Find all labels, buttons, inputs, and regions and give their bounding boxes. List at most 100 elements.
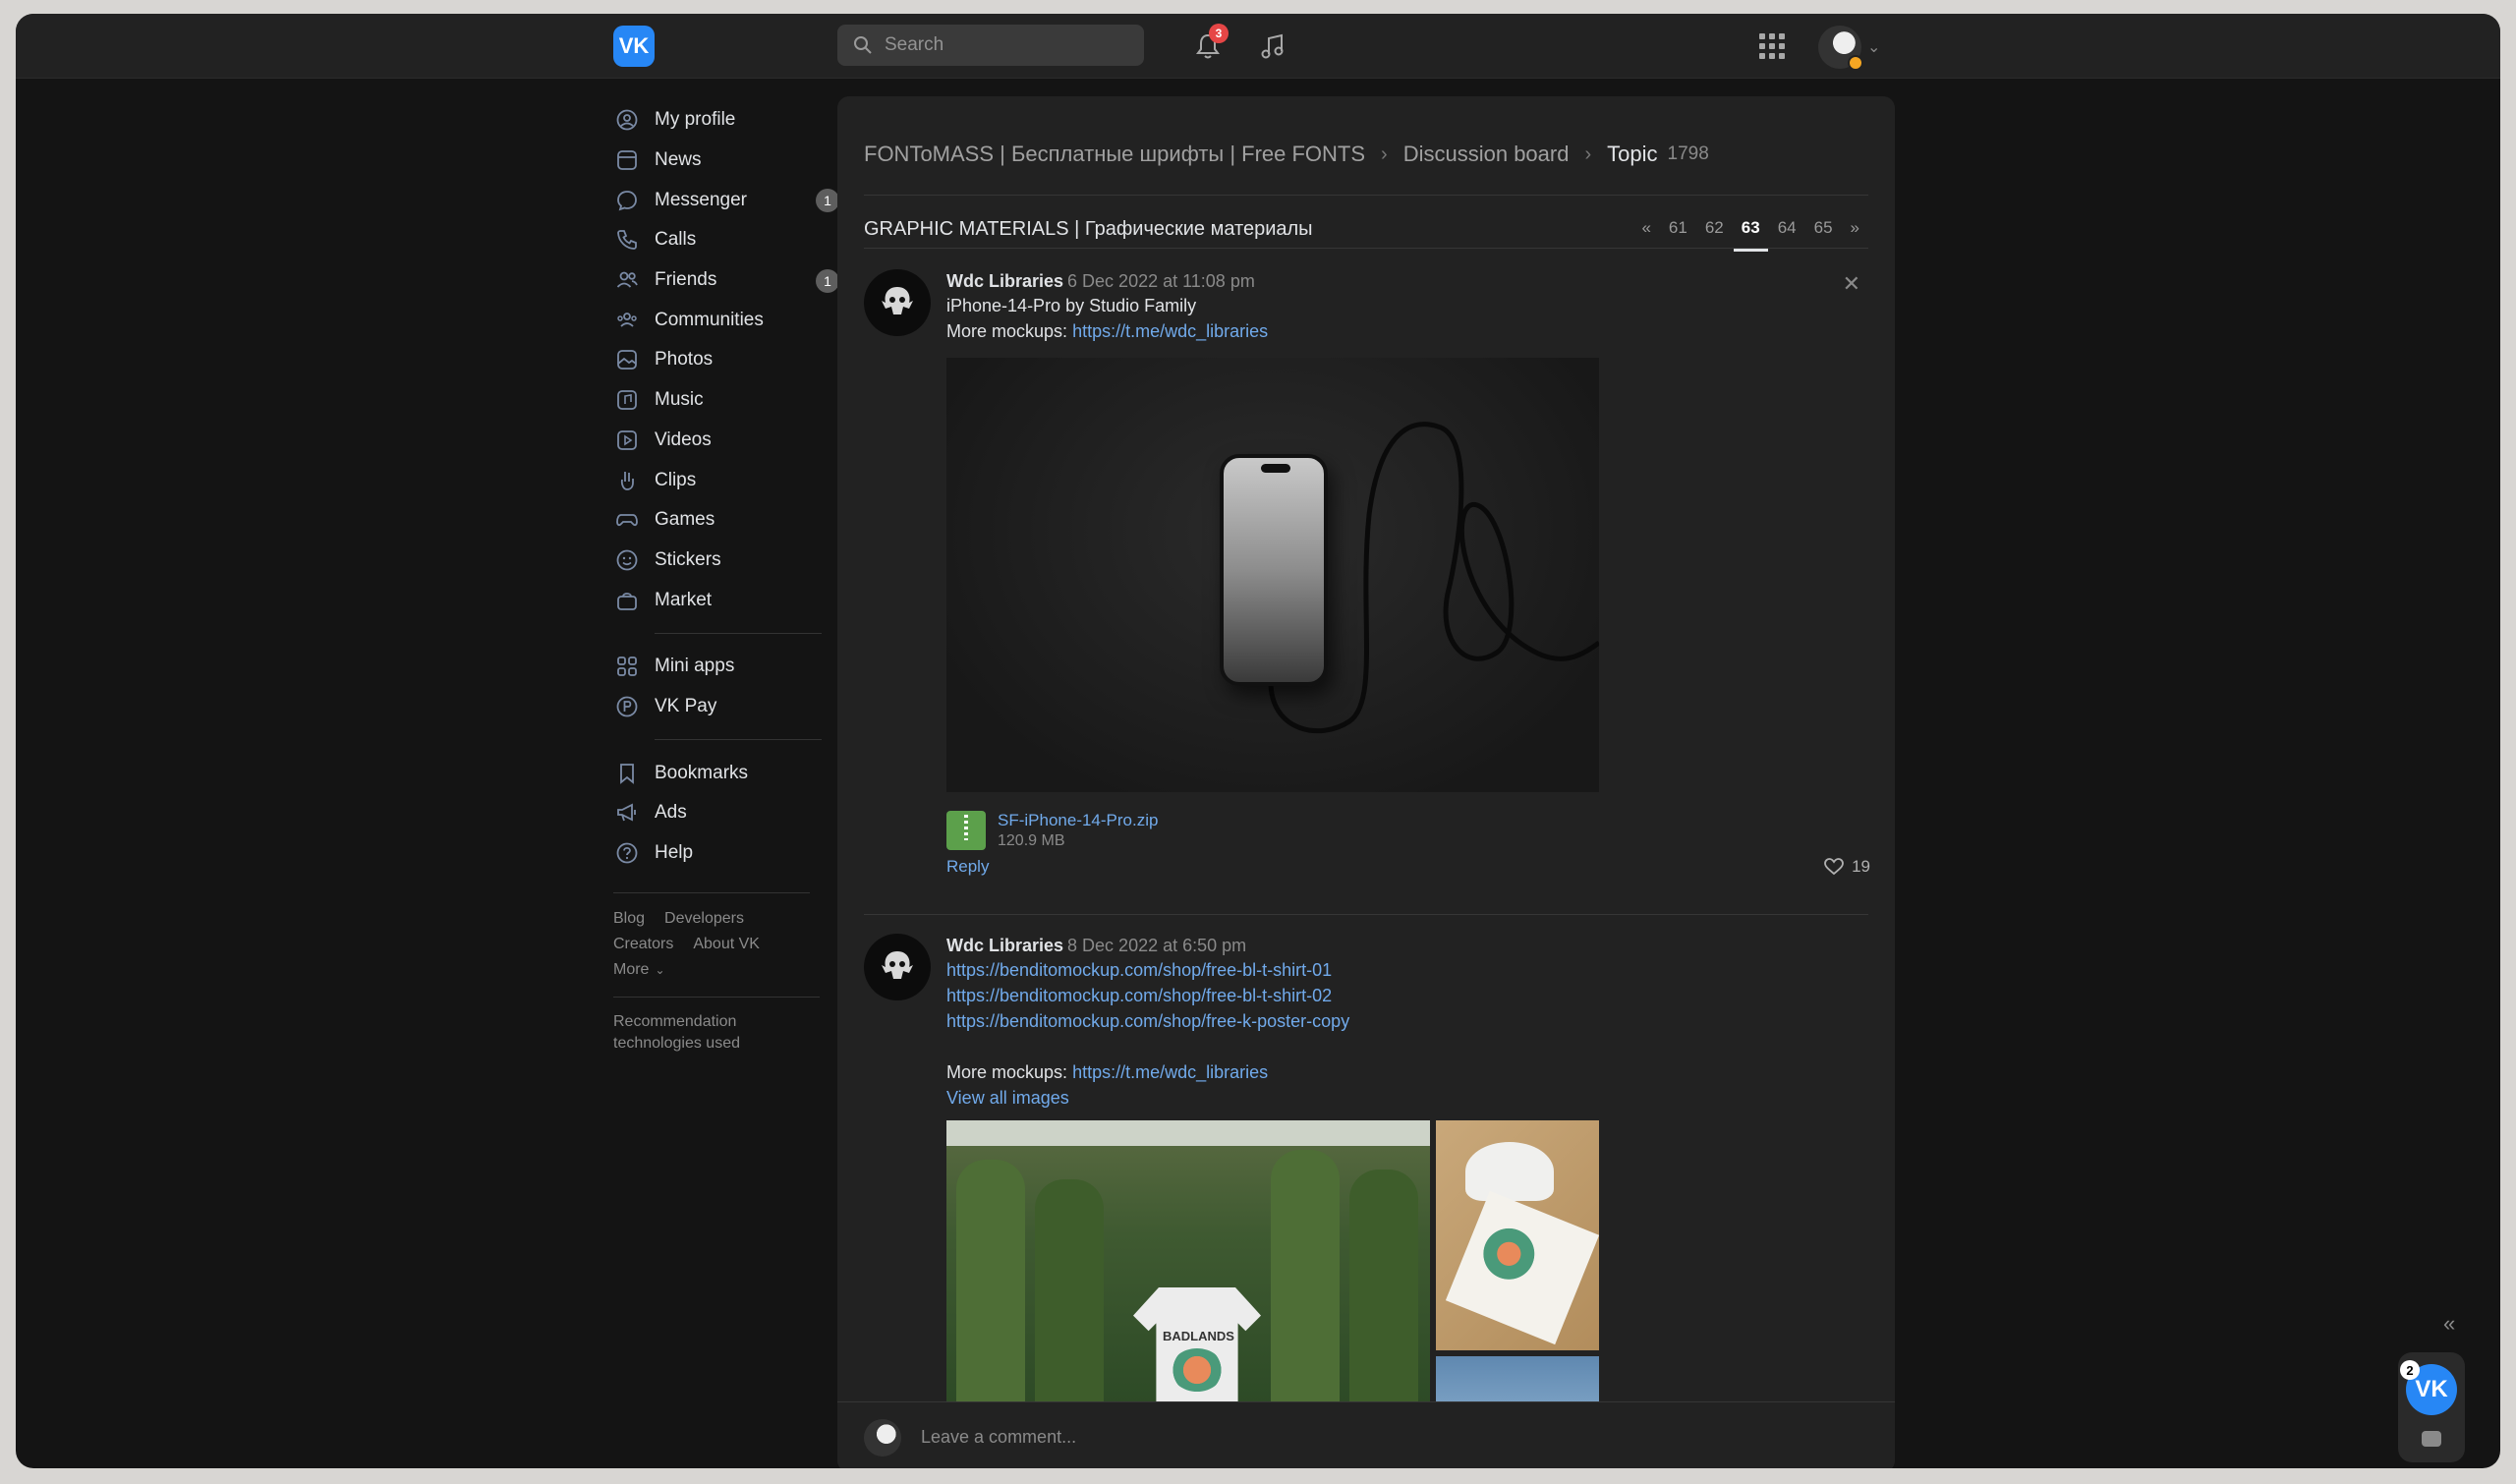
status-dot (1848, 55, 1863, 71)
breadcrumb-current: Topic (1607, 142, 1658, 166)
widget-badge: 2 (2400, 1360, 2420, 1380)
file-size: 120.9 MB (998, 832, 1065, 849)
post-author[interactable]: Wdc Libraries (946, 936, 1063, 955)
sidebar-item-label: News (655, 149, 702, 171)
sidebar-item-calls[interactable]: Calls (613, 220, 839, 260)
post-date[interactable]: 6 Dec 2022 at 11:08 pm (1067, 271, 1255, 291)
chat-bubble-icon[interactable] (2422, 1431, 2441, 1447)
footer-link-about[interactable]: About VK (693, 936, 760, 952)
messenger-widget[interactable]: VK 2 (2398, 1352, 2465, 1462)
sidebar-item-videos[interactable]: Videos (613, 421, 839, 461)
pager-page[interactable]: 62 (1705, 218, 1724, 238)
divider (655, 739, 822, 741)
footer-link-blog[interactable]: Blog (613, 910, 645, 927)
chevron-down-icon: ⌄ (655, 963, 665, 978)
sidebar-item-stickers[interactable]: Stickers (613, 541, 839, 581)
chevron-down-icon[interactable]: ⌄ (1867, 37, 1880, 57)
post-text: iPhone-14-Pro by Studio Family (946, 296, 1197, 315)
view-all-images-link[interactable]: View all images (946, 1085, 1870, 1111)
file-name[interactable]: SF-iPhone-14-Pro.zip (998, 810, 1158, 831)
author-avatar[interactable] (864, 934, 931, 1000)
sidebar-item-label: Mini apps (655, 656, 735, 677)
sidebar-item-label: Stickers (655, 548, 721, 570)
post-author[interactable]: Wdc Libraries (946, 271, 1063, 291)
pagination: « 61 62 63 64 65 » (1641, 218, 1859, 252)
pager-last[interactable]: » (1851, 218, 1859, 238)
profile-avatar[interactable] (1818, 26, 1863, 71)
sidebar-item-my-profile[interactable]: My profile (613, 100, 839, 141)
sidebar-item-friends[interactable]: Friends 1 (613, 260, 839, 301)
breadcrumb-group[interactable]: FONToMASS | Бесплатные шрифты | Free FON… (864, 142, 1365, 167)
sidebar-item-label: Friends (655, 269, 717, 291)
post-link[interactable]: https://benditomockup.com/shop/free-k-po… (946, 1008, 1870, 1034)
sidebar-item-help[interactable]: Help (613, 833, 839, 874)
friends-icon (615, 268, 639, 292)
notification-badge: 3 (1209, 24, 1229, 43)
pager-page[interactable]: 65 (1814, 218, 1833, 238)
sidebar-item-communities[interactable]: Communities (613, 300, 839, 340)
sidebar-item-ads[interactable]: Ads (613, 793, 839, 833)
more-mockups-label: More mockups: (946, 1062, 1068, 1082)
post-link[interactable]: https://benditomockup.com/shop/free-bl-t… (946, 957, 1870, 983)
skull-logo-icon (882, 287, 913, 314)
help-icon (615, 841, 639, 865)
breadcrumb-board[interactable]: Discussion board (1403, 142, 1570, 167)
apps-grid-icon[interactable] (1759, 33, 1785, 59)
post-photo-iphone[interactable] (946, 358, 1599, 792)
photo-icon (615, 348, 639, 371)
sidebar-item-label: Messenger (655, 189, 747, 210)
bookmark-icon (615, 762, 639, 785)
sidebar-item-photos[interactable]: Photos (613, 340, 839, 380)
zip-file-icon (946, 811, 986, 850)
sidebar-item-games[interactable]: Games (613, 500, 839, 541)
post-body: Wdc Libraries 6 Dec 2022 at 11:08 pm iPho… (946, 269, 1870, 344)
reply-button[interactable]: Reply (946, 857, 989, 876)
sidebar-item-clips[interactable]: Clips (613, 460, 839, 500)
footer-link-creators[interactable]: Creators (613, 936, 673, 952)
sidebar-item-label: Help (655, 842, 694, 864)
phone-mockup (1220, 454, 1328, 686)
sidebar-item-mini-apps[interactable]: Mini apps (613, 647, 839, 687)
divider (655, 632, 822, 634)
sidebar-item-news[interactable]: News (613, 141, 839, 181)
sidebar-item-vk-pay[interactable]: VK Pay (613, 687, 839, 727)
double-chevron-left-icon[interactable]: « (2443, 1311, 2455, 1337)
post-photo-tshirt[interactable]: BADLANDS (946, 1120, 1430, 1405)
search-input[interactable] (885, 34, 1120, 56)
notifications-button[interactable]: 3 (1191, 24, 1229, 63)
sidebar-item-music[interactable]: Music (613, 380, 839, 421)
pager-page[interactable]: 64 (1778, 218, 1797, 238)
sidebar-item-market[interactable]: Market (613, 580, 839, 620)
user-circle-icon (615, 108, 639, 132)
post-photo-cap[interactable] (1436, 1120, 1599, 1350)
post-date[interactable]: 8 Dec 2022 at 6:50 pm (1067, 936, 1246, 955)
post-link[interactable]: https://benditomockup.com/shop/free-bl-t… (946, 983, 1870, 1008)
file-attachment[interactable]: SF-iPhone-14-Pro.zip 120.9 MB (946, 810, 1158, 851)
post: Wdc Libraries 8 Dec 2022 at 6:50 pm https… (864, 934, 1868, 1468)
more-mockups-link[interactable]: https://t.me/wdc_libraries (1072, 321, 1268, 341)
topic-count: 1798 (1667, 143, 1709, 164)
sidebar-item-bookmarks[interactable]: Bookmarks (613, 753, 839, 793)
pager-page[interactable]: 61 (1669, 218, 1687, 238)
smile-icon (615, 548, 639, 572)
author-avatar[interactable] (864, 269, 931, 336)
vk-logo[interactable]: VK (613, 26, 655, 67)
recommendation-technologies-link[interactable]: Recommendation technologies used (613, 1011, 839, 1055)
pager-first[interactable]: « (1641, 218, 1650, 238)
footer-link-more[interactable]: More (613, 961, 649, 978)
chevron-right-icon: › (1381, 143, 1388, 165)
shirt-text: BADLANDS (1163, 1329, 1234, 1343)
footer-link-developers[interactable]: Developers (664, 910, 744, 927)
message-icon (615, 189, 639, 212)
close-icon[interactable]: ✕ (1843, 271, 1860, 297)
sidebar-item-messenger[interactable]: Messenger 1 (613, 180, 839, 220)
sidebar-item-label: Calls (655, 229, 697, 251)
search-box[interactable] (837, 25, 1144, 66)
comment-input[interactable] (921, 1427, 1511, 1448)
music-player-button[interactable] (1256, 29, 1289, 63)
tshirt-mockup: BADLANDS (1133, 1287, 1261, 1405)
sidebar-item-label: Market (655, 589, 713, 610)
like-button[interactable]: 19 (1824, 857, 1870, 877)
more-mockups-link[interactable]: https://t.me/wdc_libraries (1072, 1062, 1268, 1082)
pager-page-active[interactable]: 63 (1733, 218, 1768, 252)
